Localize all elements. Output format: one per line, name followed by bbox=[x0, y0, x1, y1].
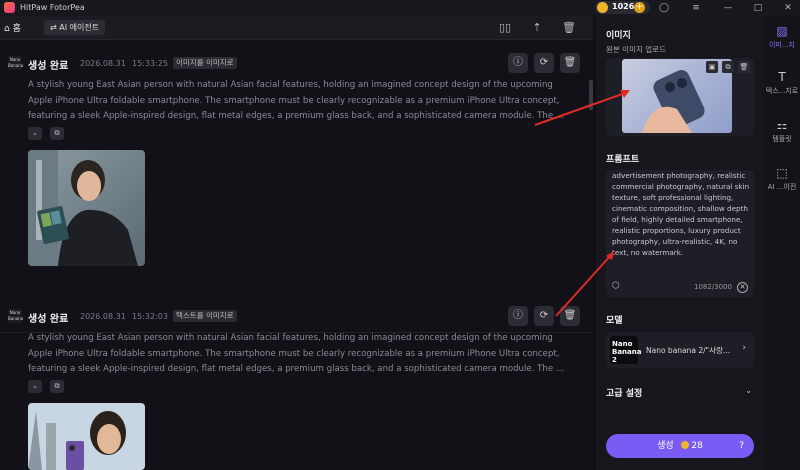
arrow-to-source-image bbox=[534, 91, 629, 126]
arrow-to-prompt bbox=[555, 253, 613, 317]
annotation-arrows bbox=[534, 90, 630, 317]
